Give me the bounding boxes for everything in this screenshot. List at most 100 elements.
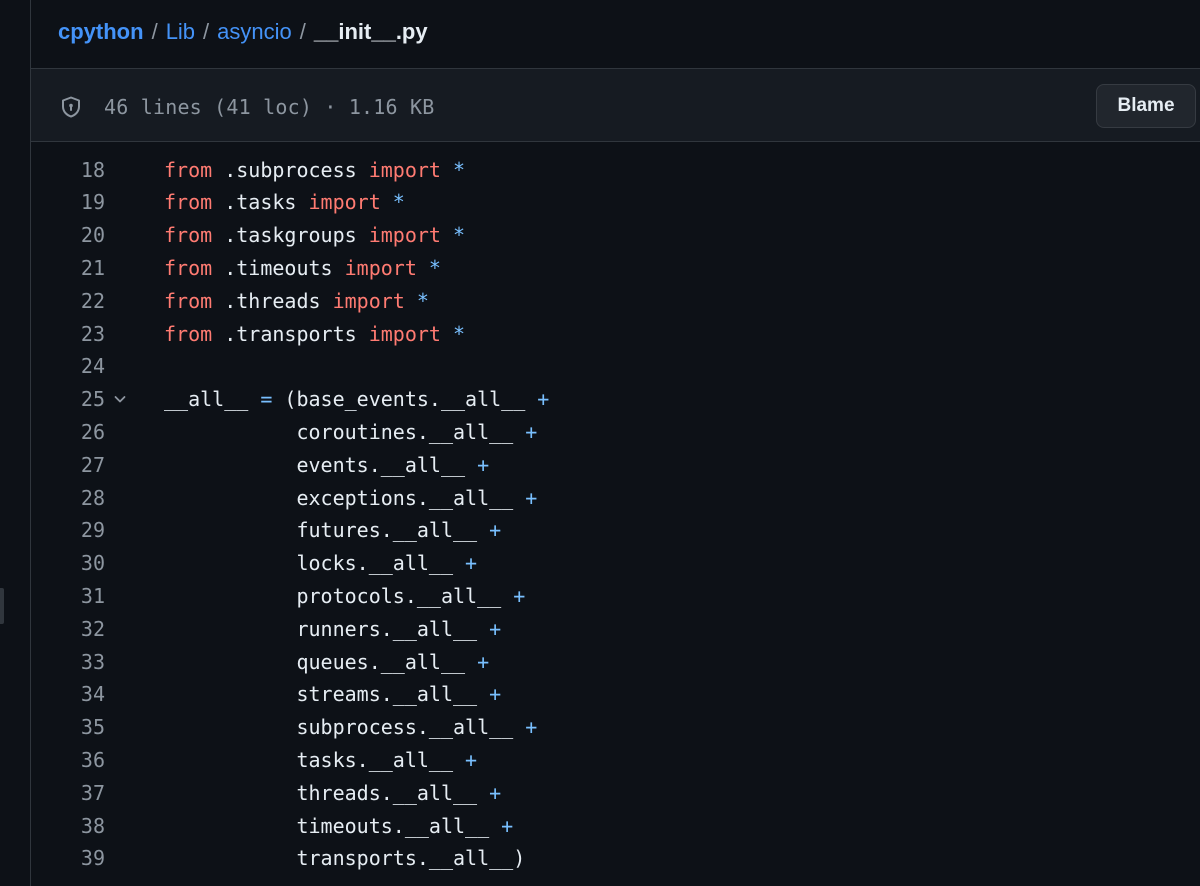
code-text: from .timeouts import * bbox=[131, 256, 441, 280]
code-text: from .transports import * bbox=[131, 322, 465, 346]
line-number[interactable]: 37 bbox=[31, 781, 105, 805]
code-text: from .subprocess import * bbox=[131, 158, 465, 182]
text-token: .subprocess bbox=[212, 157, 369, 182]
blame-button[interactable]: Blame bbox=[1096, 84, 1196, 128]
text-token: .threads bbox=[212, 288, 333, 313]
line-number[interactable]: 34 bbox=[31, 682, 105, 706]
breadcrumb-repo-link[interactable]: cpython bbox=[58, 19, 144, 45]
line-number[interactable]: 33 bbox=[31, 650, 105, 674]
chevron-down-icon[interactable] bbox=[109, 392, 131, 406]
code-line: 34 streams.__all__ + bbox=[31, 678, 1200, 711]
line-number[interactable]: 35 bbox=[31, 715, 105, 739]
code-line: 33 queues.__all__ + bbox=[31, 645, 1200, 678]
text-token: queues.__all__ bbox=[164, 649, 478, 674]
text-token: futures.__all__ bbox=[164, 518, 490, 543]
line-number[interactable]: 28 bbox=[31, 486, 105, 510]
line-number[interactable]: 27 bbox=[31, 453, 105, 477]
keyword-token: from bbox=[164, 223, 213, 248]
line-number[interactable]: 22 bbox=[31, 289, 105, 313]
code-line: 27 events.__all__ + bbox=[31, 448, 1200, 481]
breadcrumb-current-file: __init__.py bbox=[313, 19, 428, 44]
line-number[interactable]: 20 bbox=[31, 223, 105, 247]
shield-icon bbox=[59, 95, 83, 119]
code-view[interactable]: 18 from .subprocess import * 19 from .tasks… bbox=[31, 143, 1200, 886]
text-token: coroutines.__all__ bbox=[164, 419, 526, 444]
operator-token: + bbox=[501, 813, 514, 838]
text-token: (base_events.__all__ bbox=[272, 387, 538, 412]
breadcrumb-lib-link[interactable]: Lib bbox=[166, 19, 195, 45]
text-token: locks.__all__ bbox=[164, 551, 466, 576]
operator-token: * bbox=[392, 190, 405, 215]
breadcrumb-asyncio-link[interactable]: asyncio bbox=[217, 19, 292, 45]
operator-token: + bbox=[477, 649, 490, 674]
resize-handle[interactable] bbox=[0, 588, 4, 624]
text-token: __all__ bbox=[164, 387, 261, 412]
breadcrumb-separator: / bbox=[151, 19, 158, 44]
code-line: 39 transports.__all__) bbox=[31, 842, 1200, 875]
code-text: from .taskgroups import * bbox=[131, 223, 465, 247]
code-line: 30 locks.__all__ + bbox=[31, 547, 1200, 580]
line-number[interactable]: 31 bbox=[31, 584, 105, 608]
operator-token: + bbox=[477, 452, 490, 477]
line-number[interactable]: 24 bbox=[31, 354, 105, 378]
code-text: coroutines.__all__ + bbox=[131, 420, 537, 444]
code-line: 22 from .threads import * bbox=[31, 284, 1200, 317]
code-line: 20 from .taskgroups import * bbox=[31, 219, 1200, 252]
code-text: threads.__all__ + bbox=[131, 781, 501, 805]
text-token: subprocess.__all__ bbox=[164, 715, 526, 740]
file-stats: 46 lines (41 loc) · 1.16 KB bbox=[104, 95, 435, 119]
code-text: transports.__all__) bbox=[131, 846, 525, 870]
operator-token: = bbox=[260, 387, 273, 412]
code-line: 24 bbox=[31, 350, 1200, 383]
line-number[interactable]: 36 bbox=[31, 748, 105, 772]
code-text: exceptions.__all__ + bbox=[131, 486, 537, 510]
text-token: tasks.__all__ bbox=[164, 747, 466, 772]
line-number[interactable]: 38 bbox=[31, 814, 105, 838]
operator-token: + bbox=[537, 387, 550, 412]
left-sidebar-edge bbox=[0, 0, 31, 886]
code-text: streams.__all__ + bbox=[131, 682, 501, 706]
line-number[interactable]: 21 bbox=[31, 256, 105, 280]
operator-token: * bbox=[453, 157, 466, 182]
line-number[interactable]: 23 bbox=[31, 322, 105, 346]
line-number[interactable]: 19 bbox=[31, 190, 105, 214]
text-token: timeouts.__all__ bbox=[164, 813, 502, 838]
code-line: 36 tasks.__all__ + bbox=[31, 743, 1200, 776]
line-number[interactable]: 26 bbox=[31, 420, 105, 444]
code-line: 23 from .transports import * bbox=[31, 317, 1200, 350]
text-token: .tasks bbox=[212, 190, 309, 215]
breadcrumb-separator: / bbox=[203, 19, 210, 44]
operator-token: + bbox=[525, 485, 538, 510]
line-number[interactable]: 18 bbox=[31, 158, 105, 182]
text-token: exceptions.__all__ bbox=[164, 485, 526, 510]
code-text: queues.__all__ + bbox=[131, 650, 489, 674]
text-token: .taskgroups bbox=[212, 223, 369, 248]
keyword-token: from bbox=[164, 157, 213, 182]
operator-token: + bbox=[465, 551, 478, 576]
keyword-token: import bbox=[344, 255, 417, 280]
code-line: 21 from .timeouts import * bbox=[31, 251, 1200, 284]
code-line: 32 runners.__all__ + bbox=[31, 612, 1200, 645]
line-number[interactable]: 30 bbox=[31, 551, 105, 575]
code-line: 31 protocols.__all__ + bbox=[31, 579, 1200, 612]
keyword-token: import bbox=[368, 223, 441, 248]
line-number[interactable]: 39 bbox=[31, 846, 105, 870]
code-text: events.__all__ + bbox=[131, 453, 489, 477]
code-line: 26 coroutines.__all__ + bbox=[31, 415, 1200, 448]
line-number[interactable]: 25 bbox=[31, 387, 105, 411]
operator-token: + bbox=[525, 419, 538, 444]
code-line: 28 exceptions.__all__ + bbox=[31, 481, 1200, 514]
code-text: tasks.__all__ + bbox=[131, 748, 477, 772]
keyword-token: from bbox=[164, 190, 213, 215]
text-token: .timeouts bbox=[212, 255, 345, 280]
line-number[interactable]: 32 bbox=[31, 617, 105, 641]
operator-token: + bbox=[489, 682, 502, 707]
code-text: from .threads import * bbox=[131, 289, 429, 313]
keyword-token: from bbox=[164, 288, 213, 313]
code-text: __all__ = (base_events.__all__ + bbox=[131, 387, 549, 411]
line-number[interactable]: 29 bbox=[31, 518, 105, 542]
